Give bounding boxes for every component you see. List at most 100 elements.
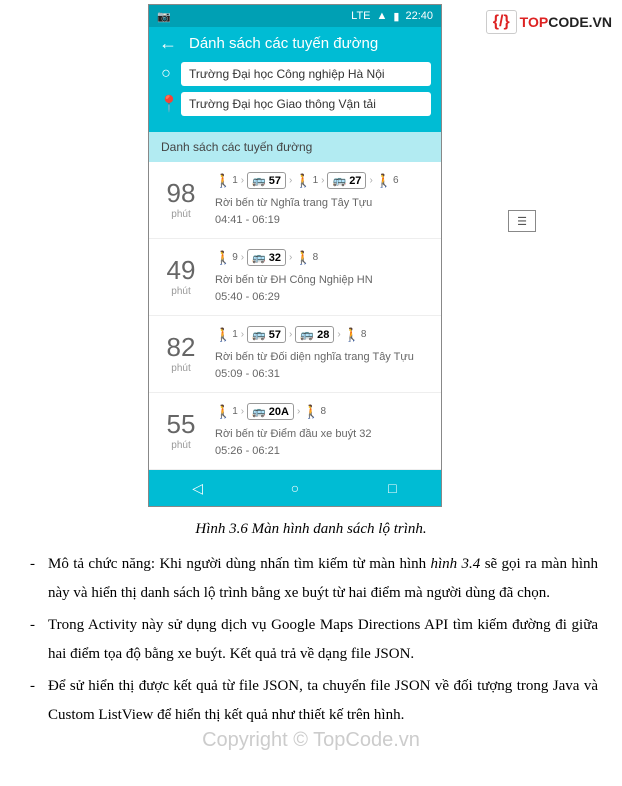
route-item[interactable]: 98phút🚶1›🚌57›🚶1›🚌27›🚶6Rời bến từ Nghĩa t…	[149, 162, 441, 239]
route-times: 05:09 - 06:31	[215, 366, 431, 383]
walk-icon: 🚶1	[295, 173, 318, 189]
bullet-paragraph: -Trong Activity này sử dụng dịch vụ Goog…	[30, 611, 598, 668]
chevron-right-icon: ›	[241, 406, 244, 417]
app-header: ← Dánh sách các tuyến đường ○ Trường Đại…	[149, 27, 441, 132]
route-departure: Rời bến từ Đối diện nghĩa trang Tây Tựu	[215, 349, 431, 366]
back-button[interactable]: ←	[159, 33, 177, 54]
nav-home[interactable]: ○	[275, 480, 315, 496]
route-steps: 🚶9›🚌32›🚶8	[215, 249, 431, 266]
route-departure: Rời bến từ Nghĩa trang Tây Tựu	[215, 195, 431, 212]
page-title: Dánh sách các tuyến đường	[189, 35, 378, 52]
phone-frame: 📷 LTE ▲ ▮ 22:40 ← Dánh sách các tuyến đư…	[148, 4, 442, 507]
anchor-icon[interactable]: ☰	[508, 210, 536, 232]
duration-minutes: 82	[159, 332, 203, 363]
chevron-right-icon: ›	[297, 406, 300, 417]
duration-minutes: 49	[159, 255, 203, 286]
chevron-right-icon: ›	[241, 175, 244, 186]
route-item[interactable]: 82phút🚶1›🚌57›🚌28›🚶8Rời bến từ Đối diện n…	[149, 316, 441, 393]
bus-badge: 🚌32	[247, 249, 286, 266]
chevron-right-icon: ›	[241, 329, 244, 340]
chevron-right-icon: ›	[369, 175, 372, 186]
route-times: 05:26 - 06:21	[215, 443, 431, 460]
route-steps: 🚶1›🚌57›🚶1›🚌27›🚶6	[215, 172, 431, 189]
paragraph-text: Để sử hiển thị được kết quả từ file JSON…	[48, 672, 598, 729]
logo-text-black: CODE.VN	[548, 14, 612, 30]
bullet-paragraph: -Để sử hiển thị được kết quả từ file JSO…	[30, 672, 598, 729]
walk-icon: 🚶8	[295, 250, 318, 266]
nav-back[interactable]: ◁	[178, 480, 218, 497]
paragraph-text: Mô tả chức năng: Khi người dùng nhấn tìm…	[48, 550, 598, 607]
logo-icon: {/}	[486, 10, 517, 34]
section-label: Danh sách các tuyến đường	[149, 132, 441, 162]
route-duration: 82phút	[159, 326, 203, 382]
route-body: 🚶1›🚌57›🚌28›🚶8Rời bến từ Đối diện nghĩa t…	[215, 326, 431, 382]
bus-icon: 🚌	[300, 328, 314, 341]
figure-caption: Hình 3.6 Màn hình danh sách lộ trình.	[0, 521, 622, 538]
bus-icon: 🚌	[332, 174, 346, 187]
route-body: 🚶1›🚌57›🚶1›🚌27›🚶6Rời bến từ Nghĩa trang T…	[215, 172, 431, 228]
walk-icon: 🚶8	[303, 404, 326, 420]
bus-badge: 🚌27	[327, 172, 366, 189]
walk-icon: 🚶1	[215, 404, 238, 420]
anchor-glyph: ☰	[517, 215, 527, 228]
duration-minutes: 98	[159, 178, 203, 209]
bullet-dash: -	[30, 550, 48, 607]
bullet-dash: -	[30, 672, 48, 729]
bus-icon: 🚌	[252, 328, 266, 341]
route-body: 🚶9›🚌32›🚶8Rời bến từ ĐH Công Nghiệp HN05:…	[215, 249, 431, 305]
route-body: 🚶1›🚌20A›🚶8Rời bến từ Điểm đầu xe buýt 32…	[215, 403, 431, 459]
clock-time: 22:40	[405, 10, 433, 22]
bus-icon: 🚌	[252, 405, 266, 418]
bus-badge: 🚌57	[247, 326, 286, 343]
watermark: Copyright © TopCode.vn	[0, 729, 622, 752]
logo-text-red: TOP	[520, 14, 549, 30]
route-departure: Rời bến từ ĐH Công Nghiệp HN	[215, 272, 431, 289]
chevron-right-icon: ›	[289, 252, 292, 263]
route-departure: Rời bến từ Điểm đầu xe buýt 32	[215, 426, 431, 443]
bus-icon: 🚌	[252, 174, 266, 187]
brand-logo: {/} TOPCODE.VN	[486, 10, 612, 34]
route-duration: 55phút	[159, 403, 203, 459]
signal-icon: ▲	[377, 10, 388, 22]
route-list: 98phút🚶1›🚌57›🚶1›🚌27›🚶6Rời bến từ Nghĩa t…	[149, 162, 441, 470]
chevron-right-icon: ›	[321, 175, 324, 186]
chevron-right-icon: ›	[241, 252, 244, 263]
duration-unit: phút	[159, 286, 203, 297]
route-steps: 🚶1›🚌20A›🚶8	[215, 403, 431, 420]
origin-input[interactable]: Trường Đại học Công nghiệp Hà Nội	[181, 62, 431, 86]
bullet-dash: -	[30, 611, 48, 668]
duration-unit: phút	[159, 363, 203, 374]
walk-icon: 🚶9	[215, 250, 238, 266]
walk-icon: 🚶6	[376, 173, 399, 189]
walk-icon: 🚶8	[344, 327, 367, 343]
chevron-right-icon: ›	[289, 329, 292, 340]
camera-icon: 📷	[157, 10, 171, 23]
chevron-right-icon: ›	[337, 329, 340, 340]
duration-minutes: 55	[159, 409, 203, 440]
route-item[interactable]: 49phút🚶9›🚌32›🚶8Rời bến từ ĐH Công Nghiệp…	[149, 239, 441, 316]
battery-icon: ▮	[393, 10, 399, 23]
bullet-paragraph: -Mô tả chức năng: Khi người dùng nhấn tì…	[30, 550, 598, 607]
paragraph-text: Trong Activity này sử dụng dịch vụ Googl…	[48, 611, 598, 668]
lte-indicator: LTE	[351, 10, 370, 22]
destination-icon: 📍	[159, 94, 173, 114]
bus-badge: 🚌57	[247, 172, 286, 189]
walk-icon: 🚶1	[215, 173, 238, 189]
origin-icon: ○	[159, 65, 173, 83]
android-navbar: ◁ ○ □	[149, 470, 441, 506]
bus-icon: 🚌	[252, 251, 266, 264]
route-duration: 98phút	[159, 172, 203, 228]
description-text: -Mô tả chức năng: Khi người dùng nhấn tì…	[0, 550, 622, 729]
nav-recent[interactable]: □	[372, 480, 412, 496]
walk-icon: 🚶1	[215, 327, 238, 343]
route-duration: 49phút	[159, 249, 203, 305]
chevron-right-icon: ›	[289, 175, 292, 186]
bus-badge: 🚌28	[295, 326, 334, 343]
status-bar: 📷 LTE ▲ ▮ 22:40	[149, 5, 441, 27]
route-times: 05:40 - 06:29	[215, 289, 431, 306]
duration-unit: phút	[159, 209, 203, 220]
route-item[interactable]: 55phút🚶1›🚌20A›🚶8Rời bến từ Điểm đầu xe b…	[149, 393, 441, 470]
route-times: 04:41 - 06:19	[215, 212, 431, 229]
bus-badge: 🚌20A	[247, 403, 294, 420]
destination-input[interactable]: Trường Đại học Giao thông Vận tải	[181, 92, 431, 116]
